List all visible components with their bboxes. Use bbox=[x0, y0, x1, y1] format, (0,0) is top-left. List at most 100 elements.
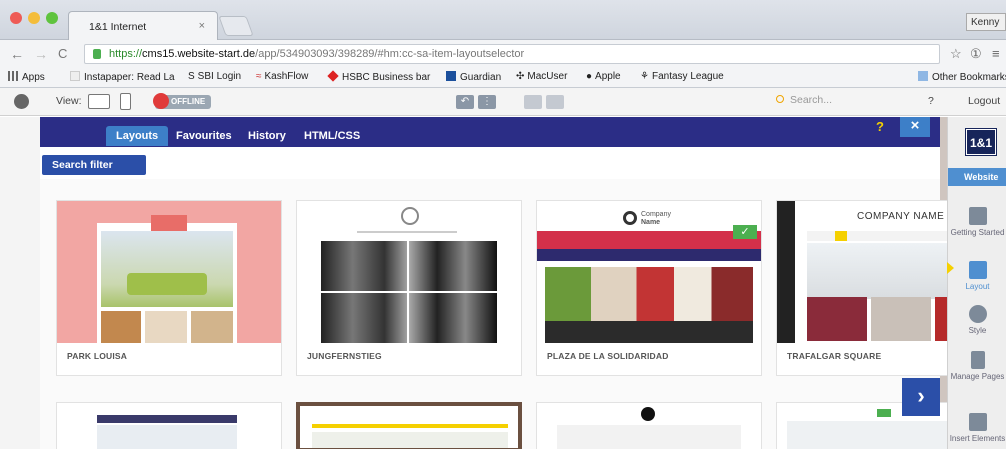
guardian-icon bbox=[446, 71, 456, 81]
layout-name: TRAFALGAR SQUARE bbox=[787, 351, 882, 361]
url-host: cms15.website-start.de bbox=[142, 48, 256, 60]
bookmark-label: KashFlow bbox=[264, 71, 309, 82]
settings-icon[interactable] bbox=[14, 94, 29, 109]
layout-thumbnail bbox=[57, 201, 281, 343]
bookmark-label: Instapaper: Read La bbox=[84, 72, 175, 83]
help-button[interactable]: ? bbox=[928, 95, 934, 107]
layout-card[interactable] bbox=[536, 402, 762, 449]
insert-elements-icon bbox=[968, 413, 987, 431]
tab-title: 1&1 Internet bbox=[89, 21, 147, 33]
bookmark-guardian[interactable]: Guardian bbox=[446, 71, 501, 83]
search-placeholder: Search... bbox=[790, 94, 833, 106]
redo-icon[interactable] bbox=[524, 95, 542, 109]
layout-thumbnail: Company Name ✓ bbox=[537, 201, 761, 343]
offline-label: OFFLINE bbox=[171, 97, 206, 106]
bookmark-kashflow[interactable]: ≈ KashFlow bbox=[256, 71, 308, 82]
apple-icon: ● bbox=[586, 71, 593, 82]
panel-help-icon[interactable]: ? bbox=[876, 119, 884, 134]
tab-layouts[interactable]: Layouts bbox=[106, 126, 169, 146]
address-row: ← → C https://cms15.website-start.de/app… bbox=[0, 40, 1006, 68]
sidebar-item-getting-started[interactable]: Getting Started bbox=[948, 207, 1006, 237]
search-icon bbox=[776, 95, 784, 103]
layout-card-jungfernstieg[interactable]: JUNGFERNSTIEG bbox=[296, 200, 522, 376]
sidebar-section-website[interactable]: Website bbox=[948, 168, 1006, 186]
tab-history[interactable]: History bbox=[238, 126, 296, 146]
bookmark-label: Apps bbox=[22, 72, 45, 83]
url-path: /app/534903093/398289/#hm:cc-sa-item-lay… bbox=[255, 48, 525, 60]
bookmark-apps[interactable]: Apps bbox=[8, 71, 45, 83]
bookmark-apple[interactable]: ● Apple bbox=[586, 71, 621, 82]
hsbc-icon bbox=[327, 70, 339, 82]
logout-button[interactable]: Logout bbox=[968, 95, 1000, 107]
bookmark-sbi[interactable]: S SBI Login bbox=[188, 71, 241, 82]
selected-check-icon: ✓ bbox=[733, 225, 757, 239]
layout-selector-panel: Layouts Favourites History HTML/CSS ? × … bbox=[40, 117, 1002, 449]
bookmark-macuser[interactable]: ✣ MacUser bbox=[516, 71, 567, 82]
next-page-button[interactable]: › bbox=[902, 378, 940, 416]
offline-badge[interactable]: OFFLINE bbox=[153, 93, 211, 109]
url-scheme: https:// bbox=[109, 48, 143, 60]
back-arrow-icon[interactable]: ← bbox=[10, 46, 24, 62]
close-window-icon[interactable] bbox=[10, 12, 22, 24]
search-filter-button[interactable]: Search filter bbox=[42, 155, 146, 175]
panel-close-button[interactable]: × bbox=[900, 117, 930, 137]
new-tab-button[interactable] bbox=[218, 16, 254, 36]
other-bookmarks[interactable]: Other Bookmarks bbox=[918, 71, 1006, 83]
tab-favourites[interactable]: Favourites bbox=[166, 126, 242, 146]
extension-icon[interactable]: ① bbox=[970, 46, 982, 62]
layout-name: PARK LOUISA bbox=[67, 351, 128, 361]
undo-icon[interactable]: ↶ bbox=[456, 95, 474, 109]
sidebar-item-label: Manage Pages bbox=[950, 372, 1005, 381]
layout-card-plaza-de-la-solidaridad[interactable]: Company Name ✓ PLAZA DE LA SOLIDARIDAD bbox=[536, 200, 762, 376]
cms-sidebar: 1&1 Website Getting Started Layout Style… bbox=[947, 117, 1006, 449]
sidebar-item-label: Layout bbox=[965, 282, 990, 291]
sidebar-item-manage-pages[interactable]: Manage Pages bbox=[948, 351, 1006, 381]
minimize-window-icon[interactable] bbox=[28, 12, 40, 24]
getting-started-icon bbox=[968, 207, 987, 225]
desktop-view-icon[interactable] bbox=[88, 94, 110, 109]
layout-icon bbox=[968, 261, 987, 279]
sidebar-item-insert-elements[interactable]: Insert Elements bbox=[948, 413, 1006, 443]
left-gutter bbox=[0, 117, 40, 449]
thumb-company-name: COMPANY NAME bbox=[857, 211, 945, 222]
bookmark-fantasy-league[interactable]: ⚘ Fantasy League bbox=[640, 71, 724, 82]
history-icon[interactable]: ⋮ bbox=[478, 95, 496, 109]
tab-html-css[interactable]: HTML/CSS bbox=[294, 126, 370, 146]
thumb-name-text: Name bbox=[641, 219, 661, 226]
browser-tab[interactable]: 1&1 Internet × bbox=[68, 11, 218, 40]
fantasy-league-icon: ⚘ bbox=[640, 71, 649, 82]
menu-icon[interactable]: ≡ bbox=[992, 46, 1000, 61]
bookmark-label: SBI Login bbox=[197, 71, 242, 82]
reload-icon[interactable]: C bbox=[58, 46, 67, 61]
bookmark-hsbc[interactable]: HSBC Business bar bbox=[327, 70, 430, 83]
bookmark-instapaper[interactable]: Instapaper: Read La bbox=[70, 71, 175, 83]
sidebar-item-layout[interactable]: Layout bbox=[948, 261, 1006, 291]
layout-card[interactable] bbox=[56, 402, 282, 449]
macuser-icon: ✣ bbox=[516, 71, 525, 82]
sidebar-item-style[interactable]: Style bbox=[948, 305, 1006, 335]
star-icon[interactable]: ☆ bbox=[950, 46, 962, 62]
thumb-company-text: Company bbox=[641, 211, 671, 218]
panel-header: Layouts Favourites History HTML/CSS ? × bbox=[40, 117, 940, 147]
view-label: View: bbox=[56, 95, 82, 107]
sidebar-item-label: Insert Elements bbox=[949, 434, 1006, 443]
sidebar-item-label: Style bbox=[968, 326, 987, 335]
mobile-view-icon[interactable] bbox=[120, 93, 131, 110]
status-dot-icon bbox=[153, 93, 169, 109]
layout-name: PLAZA DE LA SOLIDARIDAD bbox=[547, 351, 669, 361]
lock-icon bbox=[93, 49, 101, 59]
profile-button[interactable]: Kenny bbox=[966, 13, 1006, 31]
bookmark-label: Fantasy League bbox=[651, 71, 724, 82]
preview-icon[interactable] bbox=[546, 95, 564, 109]
layout-card-park-louisa[interactable]: PARK LOUISA bbox=[56, 200, 282, 376]
url-bar[interactable]: https://cms15.website-start.de/app/53490… bbox=[84, 44, 940, 64]
cms-search[interactable]: Search... bbox=[776, 94, 906, 110]
tab-close-icon[interactable]: × bbox=[199, 20, 205, 32]
bookmark-label: Apple bbox=[595, 71, 621, 82]
forward-arrow-icon[interactable]: → bbox=[34, 46, 48, 62]
kashflow-icon: ≈ bbox=[256, 71, 262, 82]
layout-card[interactable] bbox=[296, 402, 522, 449]
brand-logo: 1&1 bbox=[965, 128, 997, 156]
style-icon bbox=[968, 305, 987, 323]
maximize-window-icon[interactable] bbox=[46, 12, 58, 24]
